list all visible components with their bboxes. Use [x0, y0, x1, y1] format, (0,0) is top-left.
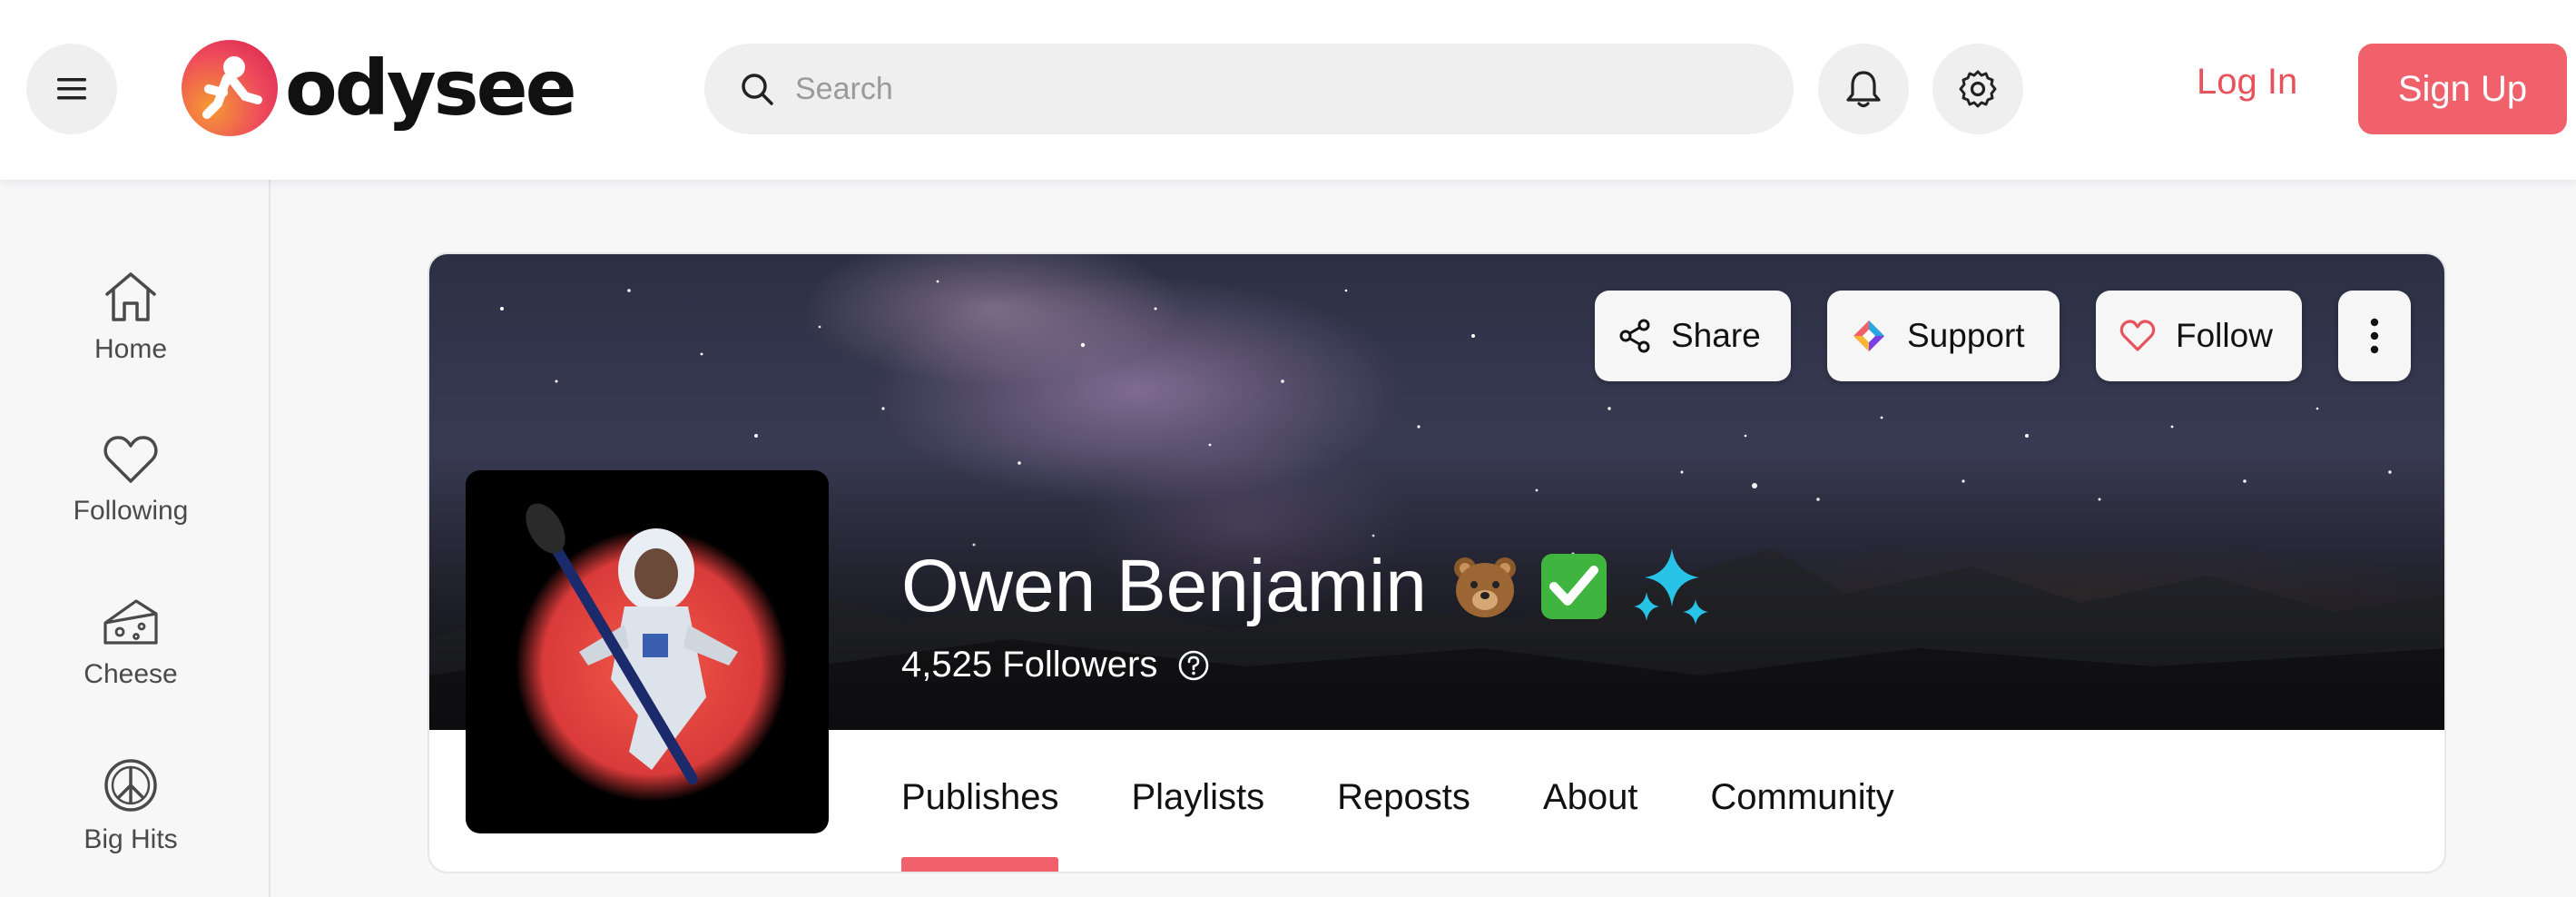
login-link[interactable]: Log In: [2197, 62, 2297, 103]
odysee-logo[interactable]: odysee: [182, 38, 577, 138]
heart-icon: [103, 436, 158, 483]
search-input[interactable]: [795, 71, 1748, 107]
share-button[interactable]: Share: [1595, 291, 1791, 381]
signup-button[interactable]: Sign Up: [2358, 44, 2567, 134]
sparkles-icon: [1627, 543, 1714, 630]
channel-title: Owen Benjamin: [901, 543, 1714, 630]
sidebar: Home Following Cheese Big Hits: [0, 180, 270, 897]
support-label: Support: [1907, 317, 2025, 354]
top-header: odysee Log In Sign Up: [0, 0, 2576, 180]
sidebar-item-label: Home: [93, 334, 168, 364]
sidebar-item-label: Big Hits: [84, 824, 178, 854]
tab-publishes[interactable]: Publishes: [901, 730, 1059, 872]
sidebar-item-cheese[interactable]: Cheese: [0, 596, 261, 690]
sidebar-item-home[interactable]: Home: [0, 271, 261, 365]
sidebar-item-label: Following: [73, 496, 189, 526]
cheese-icon: [103, 599, 158, 645]
followers-text: 4,525 Followers: [901, 645, 1158, 685]
hamburger-icon: [57, 78, 86, 100]
home-icon: [105, 272, 156, 321]
channel-avatar: [466, 470, 829, 833]
bell-icon: [1846, 71, 1881, 108]
share-label: Share: [1671, 317, 1761, 354]
tab-reposts[interactable]: Reposts: [1337, 730, 1470, 872]
sidebar-item-label: Cheese: [84, 659, 178, 689]
heart-icon: [2119, 320, 2156, 351]
sidebar-item-following[interactable]: Following: [0, 434, 261, 527]
search-bar[interactable]: [704, 44, 1794, 134]
tab-about[interactable]: About: [1543, 730, 1638, 872]
tab-playlists[interactable]: Playlists: [1131, 730, 1264, 872]
vertical-dots-icon: [2370, 318, 2379, 354]
sidebar-item-big-hits[interactable]: Big Hits: [0, 757, 261, 855]
followers-count: 4,525 Followers: [901, 645, 1210, 685]
gear-icon: [1959, 70, 1997, 108]
notifications-button[interactable]: [1818, 44, 1909, 134]
channel-card: Share Support Follow Owen Benjamin 4,525…: [428, 252, 2446, 873]
share-icon: [1619, 319, 1650, 353]
bear-emoji-icon: [1449, 550, 1521, 623]
support-button[interactable]: Support: [1827, 291, 2060, 381]
peace-icon: [104, 759, 157, 812]
odysee-logo-mark: [182, 40, 278, 136]
settings-button[interactable]: [1932, 44, 2023, 134]
follow-button[interactable]: Follow: [2096, 291, 2302, 381]
logo-text: odysee: [285, 44, 577, 133]
channel-name-text: Owen Benjamin: [901, 545, 1427, 627]
menu-button[interactable]: [26, 44, 117, 134]
channel-tabs: Publishes Playlists Reposts About Commun…: [901, 730, 1967, 872]
search-icon: [742, 74, 773, 105]
help-icon[interactable]: [1177, 649, 1210, 682]
follow-label: Follow: [2176, 317, 2273, 354]
main-content: Share Support Follow Owen Benjamin 4,525…: [270, 180, 2576, 897]
more-options-button[interactable]: [2338, 291, 2411, 381]
tab-community[interactable]: Community: [1710, 730, 1893, 872]
check-mark-icon: [1538, 550, 1610, 623]
lbc-support-icon: [1853, 320, 1884, 351]
